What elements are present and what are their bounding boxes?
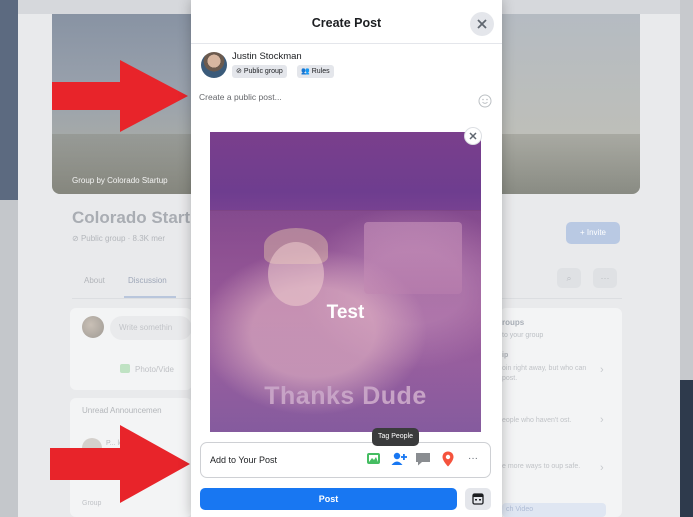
close-icon bbox=[477, 19, 487, 29]
invite-button[interactable]: + Invite bbox=[566, 222, 620, 244]
tooltip: Tag People bbox=[372, 428, 420, 446]
media-face bbox=[268, 242, 324, 306]
right-edge-strip bbox=[680, 0, 693, 517]
search-icon[interactable]: ⌕ bbox=[557, 268, 581, 288]
chevron-right-icon[interactable]: › bbox=[600, 364, 604, 376]
attached-media: Test Thanks Dude bbox=[210, 132, 481, 432]
photo-icon[interactable] bbox=[365, 450, 383, 468]
left-edge-strip bbox=[0, 0, 18, 517]
group-title[interactable]: Colorado Start bbox=[72, 208, 190, 228]
post-text-input[interactable]: Create a public post... bbox=[199, 92, 282, 102]
photo-video-label: Photo/Vide bbox=[135, 365, 174, 374]
close-icon bbox=[469, 132, 477, 140]
media-background-objects bbox=[364, 222, 462, 294]
group-meta-text: Public group · 8.3K mer bbox=[80, 234, 165, 243]
red-arrow-bottom bbox=[50, 425, 190, 503]
tag-people-icon[interactable] bbox=[390, 450, 408, 468]
message-icon[interactable] bbox=[414, 450, 432, 468]
post-button[interactable]: Post bbox=[200, 488, 457, 510]
globe-icon: ⊘ bbox=[236, 68, 242, 75]
write-something-placeholder: Write somethin bbox=[119, 323, 173, 332]
photo-icon bbox=[120, 364, 130, 373]
side-card-heading: ip bbox=[502, 352, 509, 359]
side-card-text-1: oin right away, but who can post. bbox=[502, 365, 587, 382]
write-something-input[interactable]: Write somethin bbox=[110, 316, 192, 340]
media-caption: Thanks Dude bbox=[264, 382, 427, 410]
cover-credit: Group by Colorado Startup bbox=[72, 176, 168, 185]
group-tips-card bbox=[500, 308, 622, 517]
more-icon[interactable]: ··· bbox=[464, 450, 482, 468]
side-card-title: roups bbox=[502, 318, 525, 327]
chevron-right-icon[interactable]: › bbox=[600, 414, 604, 426]
tab-discussion[interactable]: Discussion bbox=[128, 276, 167, 285]
announcements-title: Unread Announcemen bbox=[82, 406, 162, 415]
schedule-icon bbox=[472, 493, 484, 505]
rules-label: Rules bbox=[311, 68, 330, 75]
avatar bbox=[82, 316, 104, 338]
user-name: Justin Stockman bbox=[232, 51, 302, 62]
photo-video-button[interactable]: Photo/Vide bbox=[120, 364, 174, 374]
red-arrow-top bbox=[52, 60, 188, 132]
side-card-text-2: eople who haven't ost. bbox=[502, 417, 572, 424]
emoji-icon[interactable] bbox=[478, 94, 492, 108]
members-icon: 👥 bbox=[301, 68, 310, 75]
dialog-divider bbox=[191, 43, 502, 44]
privacy-label: Public group bbox=[243, 68, 283, 75]
tab-about[interactable]: About bbox=[84, 276, 105, 285]
schedule-button[interactable] bbox=[465, 488, 491, 510]
location-pin-icon[interactable] bbox=[439, 450, 457, 468]
media-overlay-text: Test bbox=[326, 302, 365, 323]
privacy-chip[interactable]: ⊘ Public group bbox=[232, 65, 287, 78]
group-meta: ⊘ Public group · 8.3K mer bbox=[72, 234, 165, 243]
side-card-text-3: e more ways to oup safe. bbox=[502, 463, 581, 470]
create-post-dialog: Create Post Justin Stockman ⊘ Public grou… bbox=[191, 0, 502, 517]
add-to-post-label: Add to Your Post bbox=[210, 455, 278, 465]
close-button[interactable] bbox=[470, 12, 494, 36]
side-card-link[interactable]: ch Video bbox=[502, 503, 606, 517]
rules-chip[interactable]: 👥 Rules bbox=[297, 65, 334, 78]
globe-icon: ⊘ bbox=[72, 234, 79, 243]
side-card-subtitle: to your group bbox=[502, 332, 544, 339]
avatar bbox=[201, 52, 227, 78]
remove-media-button[interactable] bbox=[464, 127, 482, 145]
more-options-icon[interactable]: ··· bbox=[593, 268, 617, 288]
chevron-right-icon[interactable]: › bbox=[600, 462, 604, 474]
dialog-title: Create Post bbox=[311, 16, 382, 30]
